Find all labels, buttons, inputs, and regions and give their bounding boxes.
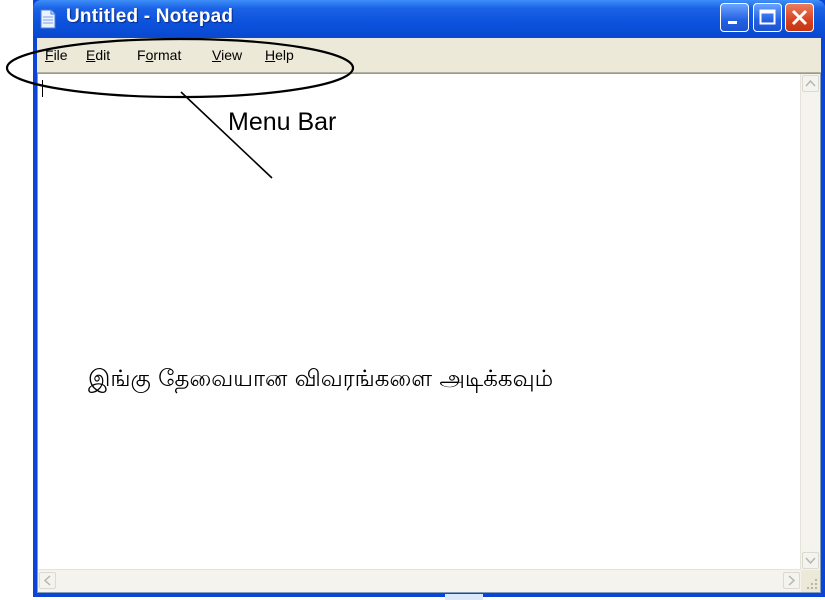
menu-help-rest: elp — [275, 47, 294, 63]
menu-file-accel: F — [45, 47, 54, 63]
menu-format-pre: F — [137, 47, 146, 63]
menu-format-rest: rmat — [153, 47, 182, 63]
resize-grip[interactable] — [801, 570, 820, 592]
text-caret — [42, 80, 43, 97]
notepad-window: Untitled - Notepad File Edit Format View… — [33, 0, 825, 597]
editor-body-text: இங்கு தேவையான விவரங்களை அடிக்கவும் — [88, 366, 554, 392]
menu-help-accel: H — [265, 47, 276, 63]
maximize-button[interactable] — [753, 3, 782, 32]
chevron-up-icon — [805, 79, 816, 87]
menu-view-accel: V — [212, 47, 222, 63]
maximize-icon — [759, 9, 776, 25]
menu-file-rest: ile — [53, 47, 68, 63]
close-icon — [791, 9, 808, 26]
menu-edit-accel: E — [86, 47, 96, 63]
menu-view-rest: iew — [221, 47, 243, 63]
menu-format[interactable]: Format — [136, 47, 182, 63]
menu-view[interactable]: View — [211, 47, 243, 63]
menu-edit[interactable]: Edit — [85, 47, 111, 63]
menu-help[interactable]: Help — [264, 47, 295, 63]
chevron-left-icon — [43, 575, 51, 586]
text-editor-area[interactable]: இங்கு தேவையான விவரங்களை அடிக்கவும் — [37, 73, 821, 593]
menu-bar: File Edit Format View Help — [37, 38, 821, 73]
vertical-scrollbar[interactable] — [800, 74, 820, 570]
title-bar[interactable]: Untitled - Notepad — [33, 0, 825, 38]
notepad-icon — [40, 9, 56, 29]
window-title: Untitled - Notepad — [66, 6, 234, 27]
minimize-button[interactable] — [720, 3, 749, 32]
scroll-right-button[interactable] — [783, 572, 800, 589]
chevron-down-icon — [805, 557, 816, 565]
menu-edit-rest: dit — [95, 47, 111, 63]
menu-bar-callout-label: Menu Bar — [228, 108, 337, 136]
scroll-down-button[interactable] — [802, 552, 819, 569]
chevron-right-icon — [788, 575, 796, 586]
menu-file[interactable]: File — [44, 47, 69, 63]
scroll-left-button[interactable] — [39, 572, 56, 589]
horizontal-scrollbar[interactable] — [38, 569, 801, 592]
close-button[interactable] — [785, 3, 814, 32]
minimize-icon — [728, 21, 737, 24]
scroll-up-button[interactable] — [802, 75, 819, 92]
taskbar-fragment — [445, 594, 483, 600]
resize-grip-icon — [807, 579, 817, 589]
